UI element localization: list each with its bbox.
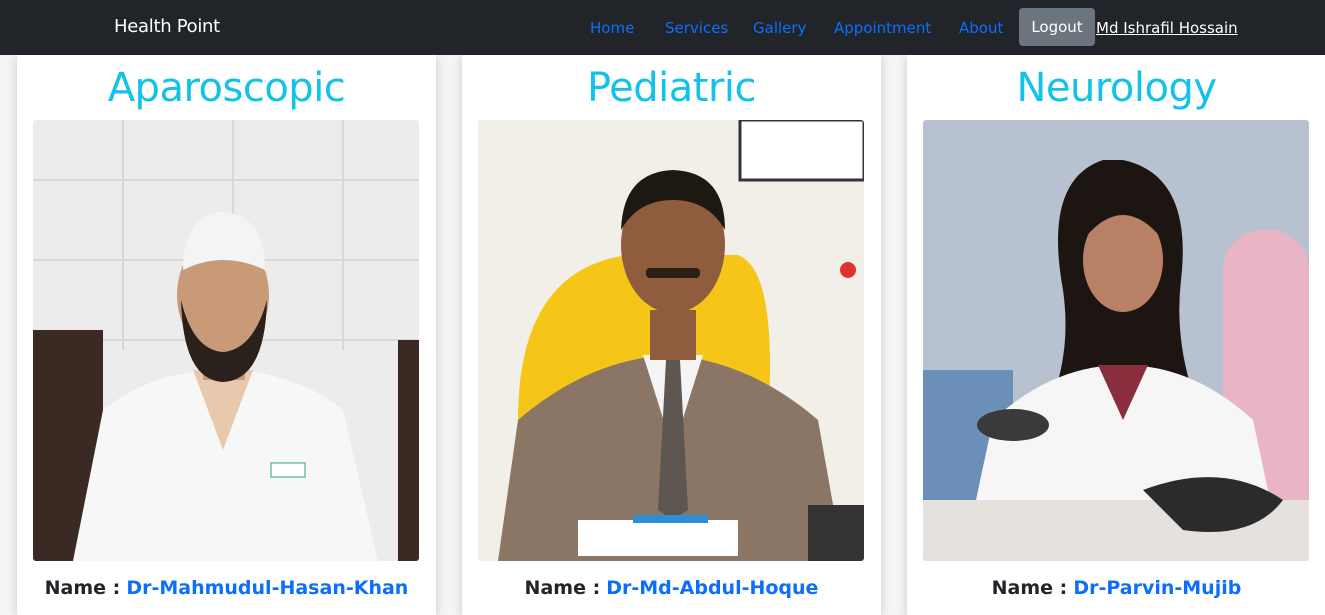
nav-about-link[interactable]: About bbox=[959, 19, 1003, 37]
name-label: Name : bbox=[44, 577, 121, 599]
specialty-title: Neurology bbox=[1016, 65, 1217, 111]
nav-services-link[interactable]: Services bbox=[665, 19, 728, 37]
doctor-photo bbox=[33, 120, 419, 561]
specialty-title: Aparoscopic bbox=[107, 65, 346, 111]
doctor-card-aparoscopic: Aparoscopic Name : Dr-Mahmudul-Hasan-Kha… bbox=[17, 55, 436, 615]
nav-home-link[interactable]: Home bbox=[590, 19, 634, 37]
nav-gallery-link[interactable]: Gallery bbox=[753, 19, 806, 37]
doctor-name-link[interactable]: Dr-Mahmudul-Hasan-Khan bbox=[126, 577, 408, 599]
name-label: Name : bbox=[991, 577, 1068, 599]
user-profile-link[interactable]: Md Ishrafil Hossain bbox=[1096, 19, 1238, 37]
name-label: Name : bbox=[524, 577, 601, 599]
doctor-card-pediatric: Pediatric Name : Dr-Md-Abdul-Hoque bbox=[462, 55, 881, 615]
doctor-photo bbox=[923, 120, 1309, 561]
nav-appointment-link[interactable]: Appointment bbox=[834, 19, 931, 37]
doctor-name-link[interactable]: Dr-Md-Abdul-Hoque bbox=[606, 577, 818, 599]
top-navbar: Health Point Home Services Gallery Appoi… bbox=[0, 0, 1325, 55]
doctor-name-line: Name : Dr-Parvin-Mujib bbox=[907, 577, 1325, 599]
specialty-title: Pediatric bbox=[586, 65, 757, 111]
doctor-card-neurology: Neurology Name : Dr-Parvin-Mujib bbox=[907, 55, 1325, 615]
doctor-photo bbox=[478, 120, 864, 561]
doctor-name-link[interactable]: Dr-Parvin-Mujib bbox=[1073, 577, 1241, 599]
logout-button[interactable]: Logout bbox=[1019, 8, 1095, 46]
doctor-name-line: Name : Dr-Mahmudul-Hasan-Khan bbox=[17, 577, 436, 599]
brand-logo[interactable]: Health Point bbox=[114, 16, 220, 37]
doctor-name-line: Name : Dr-Md-Abdul-Hoque bbox=[462, 577, 881, 599]
